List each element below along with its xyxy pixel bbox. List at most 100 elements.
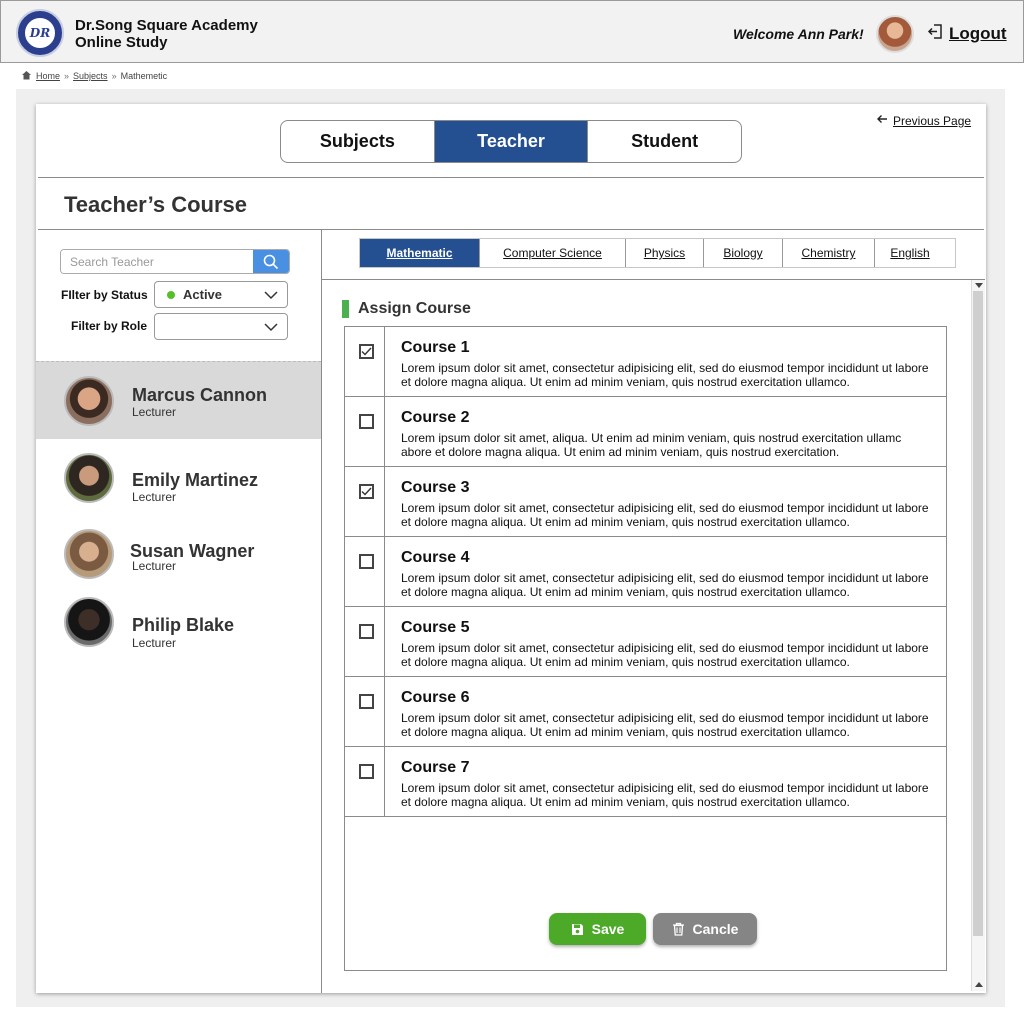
welcome-text: Welcome Ann Park!	[733, 26, 864, 42]
course-description: Lorem ipsum dolor sit amet, consectetur …	[401, 361, 929, 389]
divider	[38, 229, 984, 230]
course-row: Course 2 Lorem ipsum dolor sit amet, ali…	[345, 397, 946, 467]
checkbox-cell	[345, 467, 385, 536]
cancel-label: Cancle	[692, 921, 739, 937]
teacher-item-philip-blake[interactable]: Philip Blake Lecturer	[36, 589, 321, 667]
subject-tab-physics[interactable]: Physics	[626, 239, 704, 267]
teacher-role: Lecturer	[132, 559, 177, 573]
avatar	[64, 529, 114, 579]
course-title: Course 7	[401, 759, 470, 776]
course-description: Lorem ipsum dolor sit amet, consectetur …	[401, 501, 929, 529]
subject-tab-english[interactable]: English	[875, 239, 945, 267]
previous-page-label: Previous Page	[893, 113, 972, 128]
cancel-button[interactable]: Cancle	[653, 913, 757, 945]
course-row: Course 1 Lorem ipsum dolor sit amet, con…	[345, 327, 946, 397]
course-checkbox-7[interactable]	[359, 764, 374, 779]
teacher-role: Lecturer	[132, 405, 177, 419]
course-row: Course 4 Lorem ipsum dolor sit amet, con…	[345, 537, 946, 607]
teacher-role: Lecturer	[132, 490, 177, 504]
checkbox-cell	[345, 327, 385, 396]
search-input[interactable]	[61, 250, 253, 273]
checkbox-cell	[345, 747, 385, 816]
scroll-thumb[interactable]	[973, 291, 983, 936]
academy-logo: DR	[16, 9, 64, 57]
tab-subjects[interactable]: Subjects	[281, 121, 435, 162]
subject-tabs: Mathematic Computer Science Physics Biol…	[359, 238, 956, 268]
tab-teacher[interactable]: Teacher	[434, 121, 589, 162]
subject-tab-biology[interactable]: Biology	[704, 239, 783, 267]
teacher-item-marcus-cannon[interactable]: Marcus Cannon Lecturer	[36, 361, 321, 439]
teacher-name: Emily Martinez	[132, 470, 259, 490]
course-title: Course 6	[401, 689, 470, 706]
avatar	[64, 597, 114, 647]
course-description: Lorem ipsum dolor sit amet, consectetur …	[401, 711, 929, 739]
breadcrumb-subjects[interactable]: Subjects	[73, 71, 108, 81]
teacher-item-susan-wagner[interactable]: Susan Wagner Lecturer	[36, 517, 321, 589]
teacher-list: Marcus Cannon Lecturer Emily Martinez Le…	[36, 361, 321, 667]
filter-status-label: FIlter by Status	[61, 288, 148, 302]
app-header: DR Dr.Song Square Academy Online Study W…	[0, 0, 1024, 63]
course-checkbox-1[interactable]	[359, 344, 374, 359]
save-label: Save	[591, 921, 625, 937]
brand-title: Dr.Song Square Academy Online Study	[75, 17, 258, 51]
status-select[interactable]: Active	[154, 281, 288, 308]
breadcrumb: Home » Subjects » Mathemetic	[21, 70, 167, 82]
course-checkbox-3[interactable]	[359, 484, 374, 499]
chevron-down-icon	[264, 323, 278, 332]
panel-divider	[321, 230, 322, 993]
breadcrumb-home[interactable]: Home	[36, 71, 60, 81]
teacher-name: Philip Blake	[132, 615, 235, 635]
divider	[38, 177, 984, 178]
user-avatar[interactable]	[876, 15, 914, 53]
tab-student[interactable]: Student	[588, 121, 741, 162]
subject-tab-chemistry[interactable]: Chemistry	[783, 239, 875, 267]
course-list: Course 1 Lorem ipsum dolor sit amet, con…	[344, 326, 947, 971]
divider	[322, 279, 985, 280]
subject-tab-mathematic[interactable]: Mathematic	[360, 239, 480, 267]
course-checkbox-2[interactable]	[359, 414, 374, 429]
trash-icon	[672, 922, 684, 936]
avatar	[64, 376, 114, 426]
avatar	[64, 453, 114, 503]
logout-button[interactable]: Logout	[927, 23, 1007, 45]
role-select[interactable]	[154, 313, 288, 340]
course-row: Course 7 Lorem ipsum dolor sit amet, con…	[345, 747, 946, 817]
course-description: Lorem ipsum dolor sit amet, consectetur …	[401, 781, 929, 809]
checkbox-cell	[345, 397, 385, 466]
course-row: Course 5 Lorem ipsum dolor sit amet, con…	[345, 607, 946, 677]
assign-course-heading: Assign Course	[342, 300, 471, 318]
teacher-item-emily-martinez[interactable]: Emily Martinez Lecturer	[36, 439, 321, 517]
course-title: Course 2	[401, 409, 470, 426]
search-button[interactable]	[253, 250, 289, 273]
page-title: Teacher’s Course	[64, 192, 248, 217]
assign-course-title: Assign Course	[358, 300, 471, 317]
scroll-up-icon[interactable]	[974, 282, 984, 289]
home-icon	[21, 70, 32, 82]
previous-page-link[interactable]: Previous Page	[876, 113, 971, 128]
role-tabs: Subjects Teacher Student	[280, 120, 742, 163]
brand-line-2: Online Study	[75, 34, 168, 51]
checkmark-icon	[361, 347, 372, 356]
breadcrumb-current: Mathemetic	[120, 71, 168, 81]
course-title: Course 3	[401, 479, 470, 496]
course-checkbox-5[interactable]	[359, 624, 374, 639]
status-active-dot	[167, 290, 175, 299]
checkbox-cell	[345, 607, 385, 676]
course-checkbox-4[interactable]	[359, 554, 374, 569]
subject-tab-computer-science[interactable]: Computer Science	[480, 239, 626, 267]
course-description: Lorem ipsum dolor sit amet, consectetur …	[401, 641, 929, 669]
brand-line-1: Dr.Song Square Academy	[75, 17, 258, 34]
scroll-down-icon[interactable]	[974, 981, 984, 988]
course-title: Course 5	[401, 619, 470, 636]
breadcrumb-separator-icon: »	[111, 71, 117, 81]
course-description: Lorem ipsum dolor sit amet, consectetur …	[401, 571, 929, 599]
breadcrumb-separator-icon: »	[64, 71, 70, 81]
filter-role-label: Filter by Role	[71, 319, 148, 333]
status-select-value: Active	[183, 287, 223, 302]
save-button[interactable]: Save	[549, 913, 646, 945]
course-checkbox-6[interactable]	[359, 694, 374, 709]
arrow-left-icon	[876, 113, 888, 128]
checkbox-cell	[345, 677, 385, 746]
logout-icon	[927, 23, 944, 45]
teacher-name: Marcus Cannon	[132, 385, 268, 405]
